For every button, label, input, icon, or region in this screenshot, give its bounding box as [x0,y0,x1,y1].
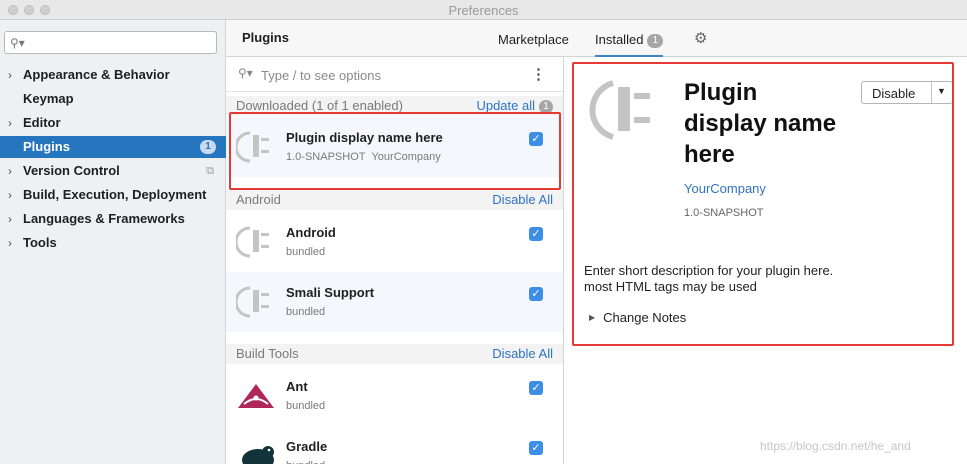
search-placeholder: Type / to see options [261,68,381,83]
change-notes-toggle[interactable]: ▶ Change Notes [589,310,686,325]
plugin-name: Ant [286,379,308,394]
plugin-name: Android [286,225,336,240]
installed-count-badge: 1 [647,34,664,48]
description-line: Enter short description for your plugin … [584,263,834,278]
plugin-row-android[interactable]: Android bundled ✓ [226,212,563,272]
settings-search-input[interactable]: ⚲▾ [4,31,217,54]
sidebar-item-languages-frameworks[interactable]: › Languages & Frameworks [0,208,226,230]
tab-marketplace[interactable]: Marketplace [498,32,569,47]
plugin-name: Plugin display name here [286,130,443,145]
disable-button[interactable]: Disable ▼ [861,81,953,104]
plugin-detail-version: 1.0-SNAPSHOT [684,207,764,219]
disclosure-triangle-icon: ▶ [589,313,596,322]
disable-all-build-tools-link[interactable]: Disable All [492,346,553,361]
search-icon: ⚲▾ [10,36,25,50]
group-header-build-tools: Build Tools Disable All [226,344,563,364]
sidebar-item-tools[interactable]: › Tools [0,232,226,254]
group-header-downloaded: Downloaded (1 of 1 enabled) Update all 1 [226,96,563,116]
plugins-header: Plugins Marketplace Installed 1 ⚙ [226,20,967,58]
plugin-plug-icon [236,286,269,318]
window-titlebar: Preferences [0,0,967,20]
plugin-version: bundled [286,246,326,258]
chevron-right-icon[interactable]: › [8,64,18,86]
button-divider [931,82,932,103]
plugin-row-smali-support[interactable]: Smali Support bundled ✓ [226,272,563,332]
sidebar-item-editor[interactable]: › Editor [0,112,226,134]
page-title: Plugins [242,30,289,45]
plugin-version: bundled [286,400,326,412]
sidebar-item-plugins[interactable]: Plugins 1 [0,136,226,158]
dropdown-arrow-icon[interactable]: ▼ [937,86,946,96]
plugin-row-ant[interactable]: Ant bundled ✓ [226,366,563,426]
sidebar-item-label: Plugins [23,139,70,154]
disable-all-android-link[interactable]: Disable All [492,192,553,207]
tab-installed[interactable]: Installed 1 [595,32,664,58]
plugin-enabled-checkbox[interactable]: ✓ [529,132,543,146]
plugin-list: ⚲▾ Type / to see options ⋮ Downloaded (1… [226,57,564,464]
change-notes-label: Change Notes [603,310,687,325]
watermark-text: https://blog.csdn.net/he_and [760,439,911,453]
group-label: Downloaded (1 of 1 enabled) [236,98,403,113]
plugin-version: bundled [286,306,326,318]
description-line: most HTML tags may be used [584,279,757,294]
plugin-row-gradle[interactable]: Gradle bundled ✓ [226,426,563,464]
chevron-right-icon[interactable]: › [8,160,18,182]
window-title: Preferences [448,3,519,18]
plugin-vendor: YourCompany [371,151,441,163]
project-settings-icon: ⧉ [206,165,214,177]
group-label: Android [236,192,281,207]
plugin-detail-name: Plugin display name here [684,79,837,168]
sidebar-item-build-execution-deployment[interactable]: › Build, Execution, Deployment [0,184,226,206]
sidebar-item-appearance-behavior[interactable]: › Appearance & Behavior [0,64,226,86]
settings-sidebar: ⚲▾ › Appearance & Behavior Keymap › Edit… [0,20,226,464]
chevron-right-icon[interactable]: › [8,112,18,134]
plugin-row-custom[interactable]: Plugin display name here 1.0-SNAPSHOT You… [226,117,563,177]
plugins-update-badge: 1 [200,140,216,154]
sidebar-item-label: Keymap [23,91,74,106]
disable-button-label: Disable [872,86,916,101]
plugin-vendor-link[interactable]: YourCompany [684,181,766,196]
update-count-badge: 1 [539,100,553,114]
plugin-name: Smali Support [286,285,375,300]
plugin-version: bundled [286,460,325,464]
sidebar-item-label: Build, Execution, Deployment [23,187,207,202]
plugin-meta: 1.0-SNAPSHOT YourCompany [286,151,441,163]
more-options-icon[interactable]: ⋮ [531,65,546,83]
plugin-enabled-checkbox[interactable]: ✓ [529,287,543,301]
group-header-android: Android Disable All [226,190,563,210]
sidebar-item-version-control[interactable]: › Version Control ⧉ [0,160,226,182]
plugin-plug-icon [236,131,269,163]
plugin-plug-icon [236,226,269,258]
plugin-enabled-checkbox[interactable]: ✓ [529,441,543,455]
chevron-right-icon[interactable]: › [8,184,18,206]
tab-label: Marketplace [498,32,569,47]
plugin-enabled-checkbox[interactable]: ✓ [529,381,543,395]
tab-label: Installed [595,32,644,47]
plugin-version: 1.0-SNAPSHOT [286,151,366,163]
ant-logo-icon [238,384,274,408]
sidebar-item-label: Languages & Frameworks [23,211,185,226]
update-all-label: Update all [476,98,535,113]
plugin-enabled-checkbox[interactable]: ✓ [529,227,543,241]
chevron-right-icon[interactable]: › [8,232,18,254]
group-label: Build Tools [236,346,299,361]
gradle-elephant-icon [242,446,274,464]
plugin-plug-icon [589,80,650,140]
gear-icon[interactable]: ⚙ [694,29,707,47]
plugin-search-input[interactable]: ⚲▾ Type / to see options ⋮ [226,57,563,92]
sidebar-item-label: Editor [23,115,61,130]
chevron-right-icon[interactable]: › [8,208,18,230]
plugin-description: Enter short description for your plugin … [584,263,833,295]
sidebar-item-label: Appearance & Behavior [23,67,170,82]
plugin-detail-panel: Plugin display name here YourCompany 1.0… [565,57,967,464]
plugin-name: Gradle [286,439,328,454]
sidebar-item-keymap[interactable]: Keymap [0,88,226,110]
search-icon: ⚲▾ [238,66,253,80]
sidebar-item-label: Version Control [23,163,120,178]
sidebar-item-label: Tools [23,235,57,250]
update-all-link[interactable]: Update all 1 [476,98,553,114]
